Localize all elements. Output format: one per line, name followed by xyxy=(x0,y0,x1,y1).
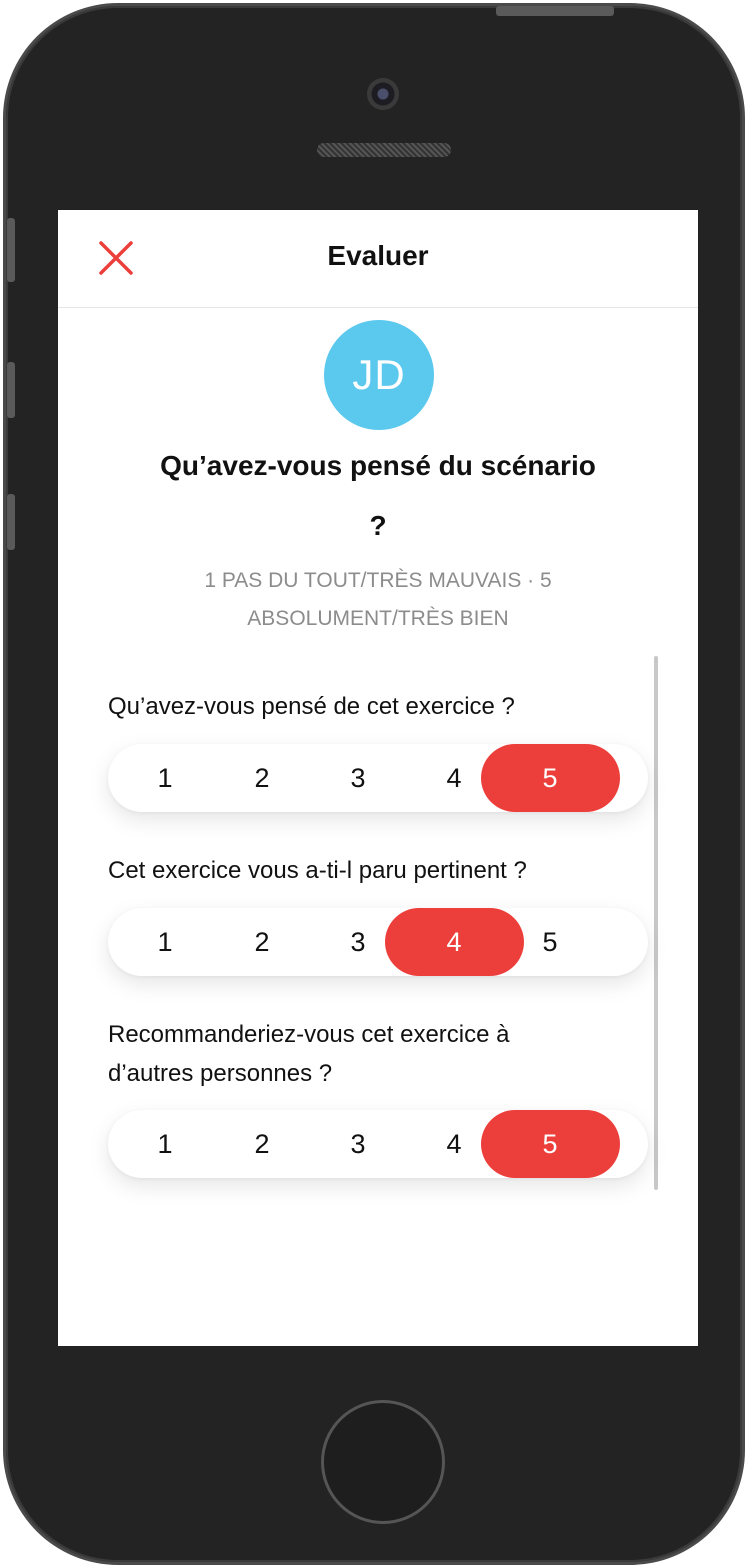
scenario-question-line-1: Qu’avez-vous pensé du scénario xyxy=(160,450,596,481)
scenario-question-title: Qu’avez-vous pensé du scénario ? xyxy=(98,436,658,556)
rating-option-5[interactable]: 5 xyxy=(480,1110,620,1178)
avatar: JD xyxy=(324,320,434,430)
volume-up-button xyxy=(7,362,15,418)
rating-scale: 12345 xyxy=(108,744,648,812)
rating-option-5[interactable]: 5 xyxy=(480,744,620,812)
question-label: Recommanderiez-vous cet exercice à d’autr… xyxy=(108,1015,628,1093)
scenario-question-line-2: ? xyxy=(369,510,387,541)
scale-hint: 1 PAS DU TOUT/TRÈS MAUVAIS · 5 ABSOLUMEN… xyxy=(118,562,638,638)
question-label-line-1: Recommanderiez-vous cet exercice à xyxy=(108,1021,510,1048)
mute-switch xyxy=(7,218,15,282)
question-label-line-1: Qu’avez-vous pensé de cet exercice ? xyxy=(108,693,515,720)
front-camera xyxy=(367,78,399,110)
power-button xyxy=(496,6,614,16)
scale-hint-line-1: 1 PAS DU TOUT/TRÈS MAUVAIS · 5 xyxy=(204,569,552,592)
scrollbar[interactable] xyxy=(654,656,658,1190)
question-label: Qu’avez-vous pensé de cet exercice ? xyxy=(108,687,628,726)
home-button[interactable] xyxy=(321,1400,445,1524)
rating-scale: 12345 xyxy=(108,908,648,976)
question-label-line-1: Cet exercice vous a-ti-l paru pertinent … xyxy=(108,857,527,884)
question-label-line-2: d’autres personnes ? xyxy=(108,1060,333,1087)
app-screen: Evaluer JD Qu’avez-vous pensé du scénari… xyxy=(58,210,698,1346)
volume-down-button xyxy=(7,494,15,550)
question-label: Cet exercice vous a-ti-l paru pertinent … xyxy=(108,851,628,890)
top-bar: Evaluer xyxy=(58,210,698,308)
rating-scale: 12345 xyxy=(108,1110,648,1178)
earpiece-speaker xyxy=(317,143,451,157)
page-title: Evaluer xyxy=(327,240,429,271)
scale-hint-line-2: ABSOLUMENT/TRÈS BIEN xyxy=(247,607,509,630)
rating-option-5[interactable]: 5 xyxy=(481,908,620,976)
